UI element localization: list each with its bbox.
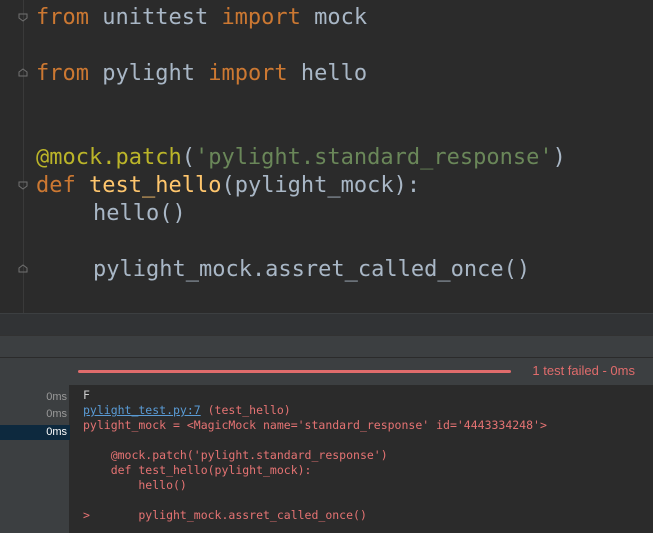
traceback-header: pylight_test.py:7 (test_hello) [83, 403, 291, 417]
code-line-2: from pylight import hello [36, 61, 368, 86]
traceback-line: hello() [83, 478, 187, 492]
traceback-line: @mock.patch('pylight.standard_response') [83, 448, 388, 462]
mock-line: pylight_mock = <MagicMock name='standard… [83, 418, 547, 432]
file-link[interactable]: pylight_test.py:7 [83, 403, 201, 417]
test-duration-selected[interactable]: 0ms [0, 426, 67, 438]
code-line-decorator: @mock.patch('pylight.standard_response') [36, 145, 566, 170]
code-line-def: def test_hello(pylight_mock): [36, 173, 421, 198]
test-duration[interactable]: 0ms [0, 408, 67, 420]
traceback-error-line: > pylight_mock.assret_called_once() [83, 508, 367, 522]
test-duration[interactable]: 0ms [0, 391, 67, 403]
editor-splitter[interactable] [0, 313, 653, 335]
test-output-console[interactable]: F pylight_test.py:7 (test_hello) pylight… [70, 385, 653, 533]
fold-start-icon[interactable] [17, 11, 29, 23]
code-editor[interactable]: from unittest import mock from pylight i… [0, 0, 653, 313]
code-line-call: hello() [93, 201, 186, 226]
traceback-line: def test_hello(pylight_mock): [83, 463, 312, 477]
result-char: F [83, 388, 90, 402]
fold-end-icon[interactable] [17, 263, 29, 275]
code-line-1: from unittest import mock [36, 5, 368, 30]
tool-window-header [0, 335, 653, 357]
test-progress-bar [78, 370, 511, 373]
fold-start-icon[interactable] [17, 179, 29, 191]
test-status-text: 1 test failed - 0ms [532, 363, 635, 378]
fold-end-icon[interactable] [17, 67, 29, 79]
code-line-assert: pylight_mock.assret_called_once() [93, 257, 531, 282]
